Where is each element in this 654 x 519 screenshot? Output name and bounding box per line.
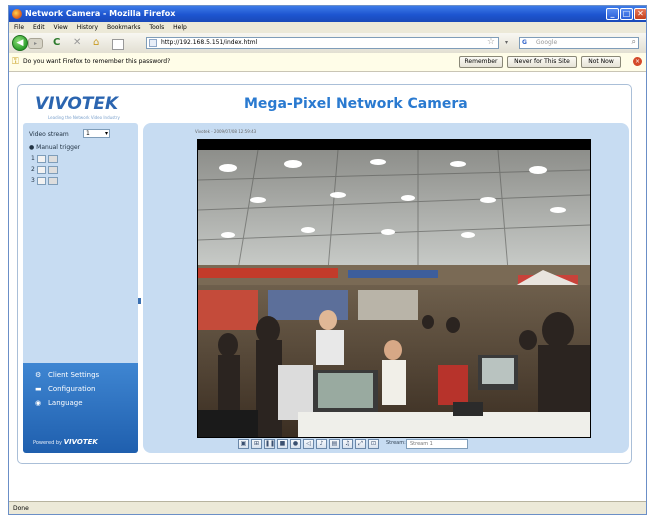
menu-bar: File Edit View History Bookmarks Tools H…	[9, 22, 646, 33]
url-bar[interactable]: http://192.168.5.151/index.html ☆ ▾	[146, 37, 508, 49]
sidebar-item-language[interactable]: ◉ Language	[35, 399, 83, 407]
menu-bookmarks[interactable]: Bookmarks	[107, 24, 141, 31]
settings-icon: ⚙	[35, 371, 42, 379]
live-video-view[interactable]	[197, 139, 591, 438]
trigger-off-button-2[interactable]	[48, 166, 58, 174]
sidebar-item-client-settings[interactable]: ⚙ Client Settings	[35, 371, 99, 379]
powered-by-brand: VIVOTEK	[63, 438, 98, 446]
menu-tools[interactable]: Tools	[149, 24, 164, 31]
url-dropdown-icon[interactable]: ▾	[505, 38, 508, 48]
sidebar-item-configuration[interactable]: ▬ Configuration	[35, 385, 95, 393]
title-bar: Network Camera - Mozilla Firefox _ □ ✕	[9, 6, 646, 22]
notification-message: Do you want Firefox to remember this pas…	[23, 58, 171, 65]
window-title: Network Camera - Mozilla Firefox	[25, 9, 176, 18]
manual-trigger-label: ● Manual trigger	[29, 144, 81, 151]
global-view-button[interactable]: ⊡	[368, 439, 379, 449]
pause-button[interactable]: ❚❚	[264, 439, 275, 449]
vivotek-logo: VIVOTEK	[35, 94, 119, 114]
close-button[interactable]: ✕	[634, 8, 646, 20]
back-arrow-icon: ◀	[16, 38, 24, 48]
fullscreen-button[interactable]: ⤢	[355, 439, 366, 449]
key-icon: ⚿	[12, 57, 19, 67]
microphone-button[interactable]: ♫	[342, 439, 353, 449]
page-content: VIVOTEK Leading the Network Video Indust…	[9, 72, 646, 501]
close-notification-button[interactable]: ×	[633, 57, 642, 66]
trigger-row-2: 2	[31, 166, 58, 174]
forward-button[interactable]: ▸	[28, 38, 43, 49]
menu-view[interactable]: View	[54, 24, 68, 31]
menu-history[interactable]: History	[77, 24, 98, 31]
trigger-row-3: 3	[31, 177, 58, 185]
video-source-select[interactable]: 1	[83, 129, 110, 138]
video-frame	[198, 140, 590, 437]
record-digital-zoom-button[interactable]: ⊞	[251, 439, 262, 449]
page-icon	[149, 39, 157, 47]
powered-by-text: Powered by	[33, 440, 62, 446]
trigger-off-button-3[interactable]	[48, 177, 58, 185]
navigation-toolbar: ◀ ▸ C ✕ ⌂ http://192.168.5.151/index.htm…	[9, 33, 646, 54]
menu-help[interactable]: Help	[173, 24, 187, 31]
back-button[interactable]: ◀	[12, 35, 28, 51]
sidebar-item-label: Language	[48, 399, 83, 407]
sidebar-item-label: Client Settings	[48, 371, 100, 379]
trigger-on-button-1[interactable]	[37, 155, 46, 163]
camera-page-card: VIVOTEK Leading the Network Video Indust…	[17, 84, 632, 464]
logo-tagline: Leading the Network Video Industry	[48, 115, 120, 120]
mute-button[interactable]: ▤	[329, 439, 340, 449]
browser-window: Network Camera - Mozilla Firefox _ □ ✕ F…	[8, 5, 647, 515]
sidebar-item-label: Configuration	[48, 385, 96, 393]
language-icon: ◉	[35, 399, 42, 407]
reload-button[interactable]: C	[53, 37, 60, 49]
trigger-on-button-2[interactable]	[37, 166, 46, 174]
stop-video-button[interactable]: ■	[277, 439, 288, 449]
trigger-id-3: 3	[31, 177, 35, 184]
trigger-on-button-3[interactable]	[37, 177, 46, 185]
sidebar-collapse-handle[interactable]	[138, 298, 141, 304]
search-icon[interactable]: ⌕	[632, 37, 636, 47]
trigger-off-button-1[interactable]	[48, 155, 58, 163]
not-now-button[interactable]: Not Now	[581, 56, 621, 68]
page-title: Mega-Pixel Network Camera	[244, 96, 468, 112]
video-source-label: Video stream	[29, 131, 69, 138]
video-panel: Vivotek - 2009/07/08 12:59:43 ▣ ⊞ ❚❚ ■ ●…	[143, 123, 629, 453]
star-icon[interactable]: ☆	[487, 37, 495, 47]
google-icon: G	[522, 39, 527, 46]
home-button[interactable]: ⌂	[93, 37, 99, 49]
record-button[interactable]: ●	[290, 439, 301, 449]
remember-button[interactable]: Remember	[459, 56, 503, 68]
video-caption: Vivotek - 2009/07/08 12:59:43	[195, 129, 257, 134]
never-for-site-button[interactable]: Never for This Site	[507, 56, 577, 68]
sidebar-menu-panel: ⚙ Client Settings ▬ Configuration ◉ Languag…	[23, 363, 138, 453]
manual-trigger-text: Manual trigger	[36, 144, 81, 151]
stream-select[interactable]: Stream 1	[406, 439, 468, 449]
talk-button[interactable]: ♪	[316, 439, 327, 449]
menu-file[interactable]: File	[14, 24, 24, 31]
minimize-button[interactable]: _	[606, 8, 619, 20]
status-text: Done	[13, 505, 29, 512]
firefox-icon	[12, 9, 22, 19]
config-icon: ▬	[35, 385, 42, 393]
bookmark-page-icon[interactable]	[112, 39, 124, 50]
trigger-row-1: 1	[31, 155, 58, 163]
maximize-button[interactable]: □	[620, 8, 633, 20]
trigger-id-2: 2	[31, 166, 35, 173]
trigger-id-1: 1	[31, 155, 35, 162]
left-sidebar: Video stream 1 ● Manual trigger 1 2 3	[23, 123, 138, 453]
menu-edit[interactable]: Edit	[33, 24, 45, 31]
volume-button[interactable]: ◁	[303, 439, 314, 449]
powered-by: Powered by VIVOTEK	[33, 438, 98, 446]
stream-label: Stream:	[386, 440, 406, 446]
snapshot-button[interactable]: ▣	[238, 439, 249, 449]
search-placeholder: Google	[536, 39, 558, 46]
search-input[interactable]: G Google ⌕	[519, 37, 639, 49]
stop-button[interactable]: ✕	[73, 37, 81, 49]
url-text: http://192.168.5.151/index.html	[161, 39, 258, 46]
status-bar: Done	[9, 501, 646, 514]
forward-arrow-icon: ▸	[33, 40, 37, 47]
password-notification-bar: ⚿ Do you want Firefox to remember this p…	[9, 53, 646, 72]
